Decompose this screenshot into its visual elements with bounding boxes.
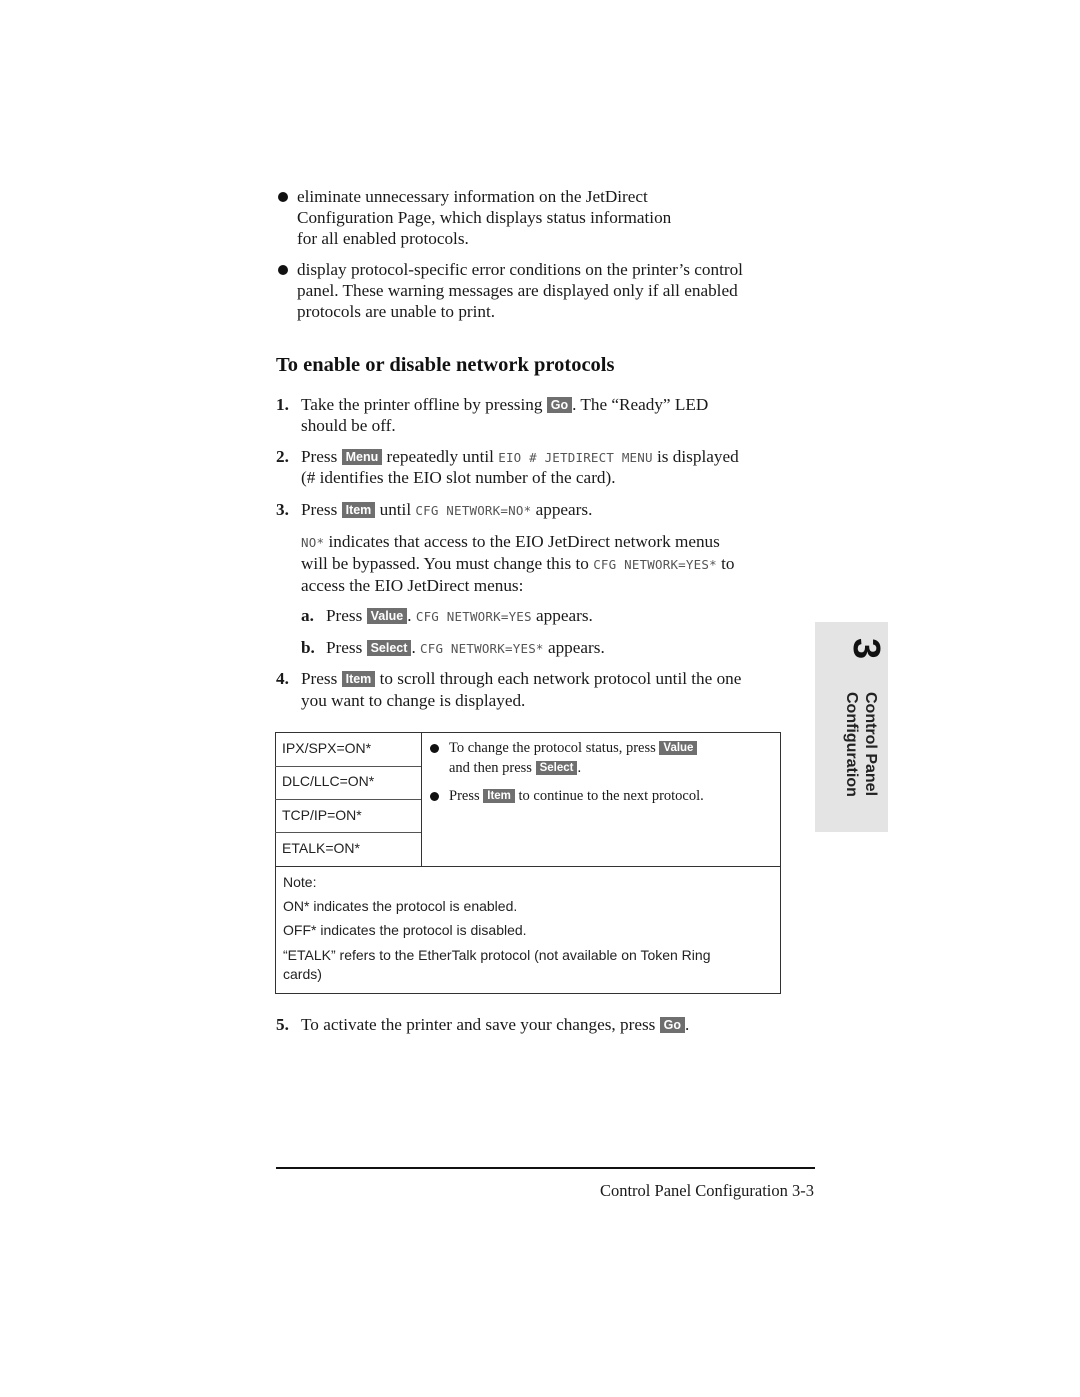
- bullet-icon: [430, 792, 439, 801]
- step-number: 2.: [276, 447, 289, 466]
- step-number: 4.: [276, 669, 289, 688]
- value-key: Value: [366, 608, 408, 624]
- step-number: 1.: [276, 395, 289, 414]
- item-key: Item: [341, 671, 376, 687]
- item-key: Item: [341, 502, 376, 518]
- menu-key: Menu: [341, 449, 383, 465]
- step-3-note: NO* indicates that access to the EIO Jet…: [301, 532, 735, 595]
- protocol-cell: DLC/LLC=ON*: [282, 773, 375, 789]
- intro-bullet-2: display protocol-specific error conditio…: [297, 260, 743, 321]
- page-footer: Control Panel Configuration 3-3: [599, 1181, 814, 1200]
- value-key: Value: [659, 741, 698, 755]
- select-key: Select: [366, 640, 412, 656]
- table-instruction-1: To change the protocol status, press Val…: [449, 738, 698, 778]
- chapter-tab: 3 Control Panel Configuration: [815, 622, 888, 832]
- step-number: 3.: [276, 500, 289, 519]
- go-key: Go: [546, 397, 573, 413]
- chapter-number: 3: [845, 638, 887, 660]
- chapter-title-line-1: Control Panel: [862, 692, 879, 797]
- go-key: Go: [659, 1017, 686, 1033]
- display-message: CFG NETWORK=NO*: [415, 503, 532, 518]
- protocol-cell: ETALK=ON*: [282, 840, 360, 856]
- bullet-icon: [278, 192, 288, 202]
- item-key: Item: [483, 789, 515, 803]
- intro-bullet-1: eliminate unnecessary information on the…: [297, 187, 672, 248]
- display-message: EIO # JETDIRECT MENU: [498, 450, 653, 465]
- step-number: 5.: [276, 1015, 289, 1034]
- chapter-title-line-2: Configuration: [843, 692, 860, 797]
- protocol-cell: TCP/IP=ON*: [282, 807, 362, 823]
- table-instruction-2: Press Item to continue to the next proto…: [449, 788, 704, 804]
- select-key: Select: [535, 761, 578, 775]
- section-heading: To enable or disable network protocols: [276, 354, 615, 376]
- footer-rule: [276, 1167, 815, 1169]
- protocol-cell: IPX/SPX=ON*: [282, 740, 372, 756]
- bullet-icon: [430, 744, 439, 753]
- bullet-icon: [278, 265, 288, 275]
